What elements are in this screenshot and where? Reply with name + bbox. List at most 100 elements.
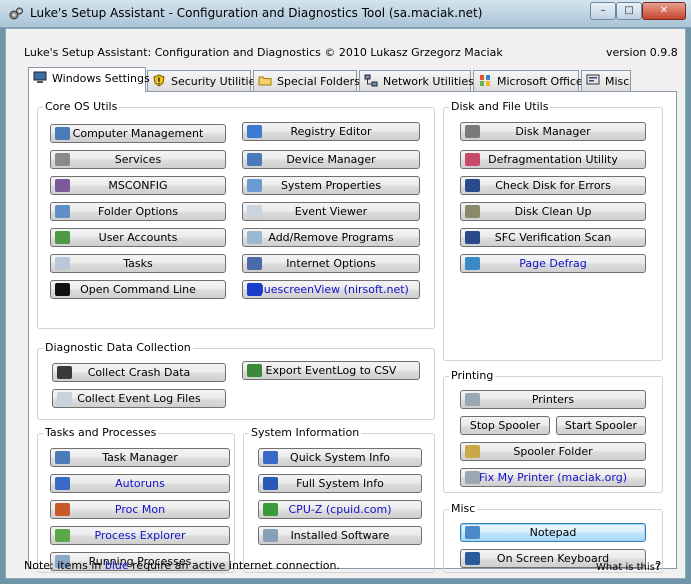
fix-my-printer-button[interactable]: Fix My Printer (maciak.org) [460, 468, 646, 487]
spooler-folder-icon [465, 445, 480, 458]
button-label: MSCONFIG [108, 179, 168, 192]
button-label: Process Explorer [94, 529, 186, 542]
registry-editor-button[interactable]: Registry Editor [242, 122, 420, 141]
app-heading: Luke's Setup Assistant: Configuration an… [24, 46, 503, 59]
version-label: version 0.9.8 [606, 46, 678, 59]
defragmentation-utility-button[interactable]: Defragmentation Utility [460, 150, 646, 169]
tab-microsoft-office[interactable]: Microsoft Office [473, 70, 583, 91]
button-label: Add/Remove Programs [268, 231, 394, 244]
app-window: Luke's Setup Assistant - Configuration a… [0, 0, 691, 584]
button-label: Device Manager [286, 153, 376, 166]
tasks-and-processes-group: Tasks and Processes Task Manager Autorun… [37, 426, 235, 573]
button-label: User Accounts [98, 231, 178, 244]
quick-system-info-button[interactable]: Quick System Info [258, 448, 422, 467]
tab-security-utilities[interactable]: Security Utilities [147, 70, 261, 91]
full-system-info-button[interactable]: Full System Info [258, 474, 422, 493]
button-label: Full System Info [296, 477, 384, 490]
tab-windows-settings[interactable]: Windows Settings [28, 67, 150, 92]
disk-manager-button[interactable]: Disk Manager [460, 122, 646, 141]
system-properties-button[interactable]: System Properties [242, 176, 420, 195]
folder-options-button[interactable]: Folder Options [50, 202, 226, 221]
users-icon [55, 231, 70, 244]
check-disk-icon [465, 179, 480, 192]
button-label: Printers [531, 393, 575, 406]
task-manager-button[interactable]: Task Manager [50, 448, 230, 467]
tab-misc[interactable]: Misc [581, 70, 631, 91]
shield-warning-icon [153, 74, 165, 87]
group-title: Core OS Utils [43, 100, 120, 113]
gears-icon [9, 7, 23, 20]
printing-group: Printing Printers Stop Spooler Start Spo… [443, 369, 663, 493]
user-accounts-button[interactable]: User Accounts [50, 228, 226, 247]
device-manager-button[interactable]: Device Manager [242, 150, 420, 169]
open-command-line-button[interactable]: Open Command Line [50, 280, 226, 299]
button-label: Proc Mon [114, 503, 166, 516]
sfc-verification-scan-button[interactable]: SFC Verification Scan [460, 228, 646, 247]
computer-management-icon [55, 127, 70, 140]
button-label: Disk Clean Up [514, 205, 592, 218]
check-disk-button[interactable]: Check Disk for Errors [460, 176, 646, 195]
button-label: Internet Options [286, 257, 376, 270]
button-label: System Properties [280, 179, 382, 192]
title-bar[interactable]: Luke's Setup Assistant - Configuration a… [0, 0, 691, 28]
bluescreen-icon [247, 283, 262, 296]
event-log-icon [57, 392, 72, 405]
close-button[interactable]: ✕ [642, 2, 686, 20]
export-eventlog-button[interactable]: Export EventLog to CSV [242, 361, 420, 380]
tasks-button[interactable]: Tasks [50, 254, 226, 273]
spooler-folder-button[interactable]: Spooler Folder [460, 442, 646, 461]
button-label: Tasks [123, 257, 153, 270]
services-button[interactable]: Services [50, 150, 226, 169]
note-suffix: require an active internet connection. [132, 559, 340, 572]
info-icon [263, 451, 278, 464]
defrag-icon [465, 153, 480, 166]
note-prefix: Note: items in [24, 559, 102, 572]
device-manager-icon [247, 153, 262, 166]
notepad-button[interactable]: Notepad [460, 523, 646, 542]
folder-options-icon [55, 205, 70, 218]
autoruns-button[interactable]: Autoruns [50, 474, 230, 493]
button-label: SFC Verification Scan [494, 231, 612, 244]
page-defrag-button[interactable]: Page Defrag [460, 254, 646, 273]
group-title: Tasks and Processes [43, 426, 159, 439]
button-label: On Screen Keyboard [496, 552, 610, 565]
collect-event-log-files-button[interactable]: Collect Event Log Files [52, 389, 226, 408]
button-label: Task Manager [102, 451, 178, 464]
help-icon [263, 477, 278, 490]
tab-special-folders[interactable]: Special Folders [253, 70, 360, 91]
diagnostic-data-collection-group: Diagnostic Data Collection Collect Crash… [37, 341, 435, 420]
event-viewer-button[interactable]: Event Viewer [242, 202, 420, 221]
maximize-button[interactable]: □ [616, 2, 642, 20]
start-spooler-button[interactable]: Start Spooler [556, 416, 646, 435]
msconfig-button[interactable]: MSCONFIG [50, 176, 226, 195]
add-remove-programs-button[interactable]: Add/Remove Programs [242, 228, 420, 247]
button-label: Computer Management [72, 127, 204, 140]
proc-mon-button[interactable]: Proc Mon [50, 500, 230, 519]
tab-label: Misc [605, 75, 630, 88]
disk-cleanup-icon [465, 205, 480, 218]
cpu-z-button[interactable]: CPU-Z (cpuid.com) [258, 500, 422, 519]
printers-button[interactable]: Printers [460, 390, 646, 409]
installed-software-button[interactable]: Installed Software [258, 526, 422, 545]
event-viewer-icon [247, 205, 262, 218]
button-label: Export EventLog to CSV [265, 364, 397, 377]
process-explorer-button[interactable]: Process Explorer [50, 526, 230, 545]
button-label: Disk Manager [515, 125, 591, 138]
internet-note: Note: items in blue require an active in… [24, 559, 340, 572]
tasks-icon [55, 257, 70, 270]
bluescreenview-button[interactable]: BluescreenView (nirsoft.net) [242, 280, 420, 299]
collect-crash-data-button[interactable]: Collect Crash Data [52, 363, 226, 382]
what-is-this-link[interactable]: What is this? [596, 562, 660, 573]
internet-options-icon [247, 257, 262, 270]
button-label: Start Spooler [564, 419, 638, 432]
internet-options-button[interactable]: Internet Options [242, 254, 420, 273]
stop-spooler-button[interactable]: Stop Spooler [460, 416, 550, 435]
cpu-z-icon [263, 503, 278, 516]
minimize-button[interactable]: – [590, 2, 616, 20]
autoruns-icon [55, 477, 70, 490]
tab-network-utilities[interactable]: Network Utilities [359, 70, 474, 91]
help-cursor-icon[interactable]: ? [655, 559, 661, 573]
button-label: Event Viewer [294, 205, 368, 218]
disk-clean-up-button[interactable]: Disk Clean Up [460, 202, 646, 221]
computer-management-button[interactable]: Computer Management [50, 124, 226, 143]
